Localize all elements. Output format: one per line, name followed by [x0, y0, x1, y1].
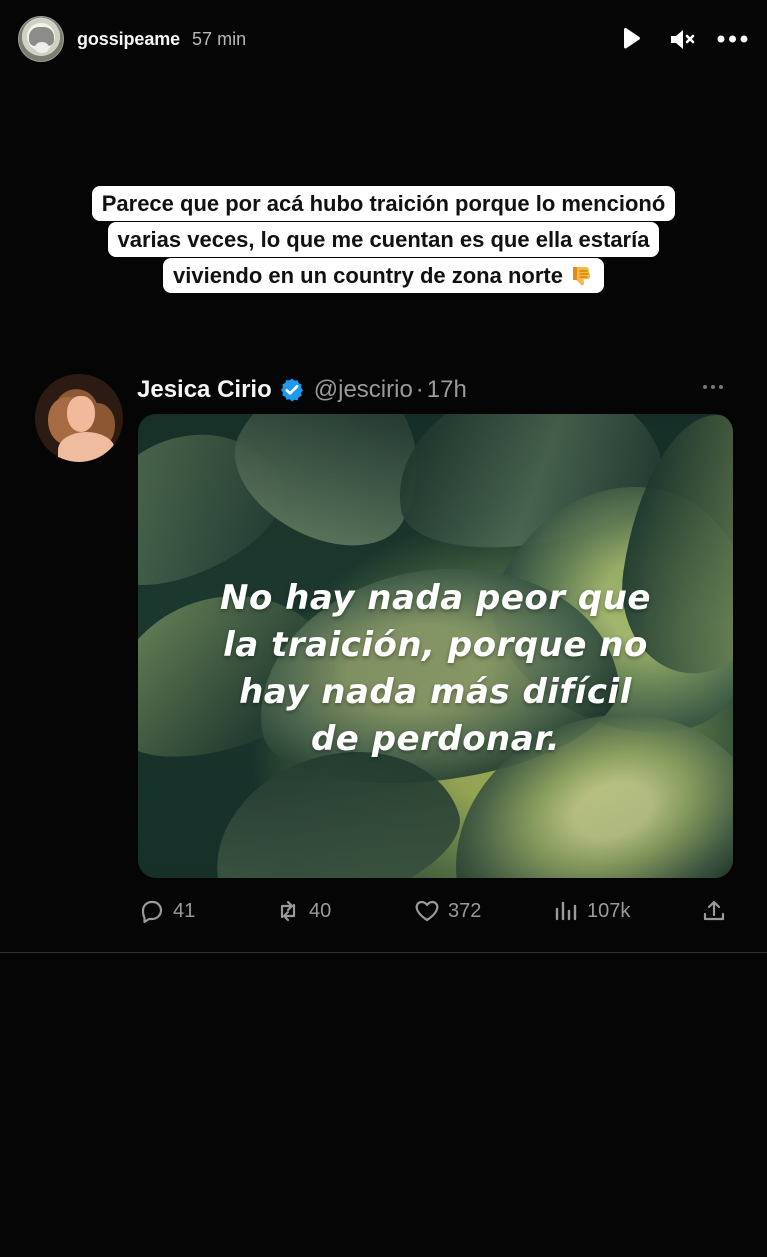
view-count: 107k [587, 899, 631, 922]
retweet-icon [280, 900, 296, 922]
tweet-author-meta: Jesica Cirio @jescirio · 17h [137, 374, 467, 406]
tweet-author-handle[interactable]: @jescirio [314, 376, 413, 404]
story-caption-line: Parece que por acá hubo traición porque … [91, 186, 676, 221]
tweet-author-name[interactable]: Jesica Cirio [137, 376, 272, 404]
story-caption-text: viviendo en un country de zona norte [173, 263, 563, 288]
reply-icon [141, 900, 163, 924]
embedded-tweet[interactable]: Jesica Cirio @jescirio · 17h No hay nada… [0, 365, 767, 953]
more-dot-icon [719, 385, 723, 389]
story-account-avatar[interactable] [18, 16, 64, 62]
like-count: 372 [448, 899, 482, 922]
retweet-count: 40 [309, 899, 332, 922]
retweet-button[interactable]: 40 [274, 894, 331, 928]
reply-button[interactable]: 41 [138, 894, 195, 928]
story-header: gossipeame 57 min [18, 16, 749, 62]
tweet-image[interactable]: No hay nada peor que la traición, porque… [138, 414, 733, 878]
share-button[interactable] [700, 894, 728, 928]
heart-icon [415, 900, 439, 922]
tweet-meta-separator: · [415, 376, 424, 403]
story-posted-time: 57 min [192, 28, 247, 49]
tweet-more-button[interactable] [703, 381, 733, 393]
tweet-author-avatar[interactable] [35, 374, 123, 462]
views-chart-icon [555, 901, 577, 921]
story-caption-line: viviendo en un country de zona norte [163, 258, 604, 293]
mute-button[interactable] [665, 23, 698, 56]
tweet-time[interactable]: 17h [427, 376, 467, 404]
more-dot-icon [703, 385, 707, 389]
story-username[interactable]: gossipeame [77, 29, 180, 50]
tweet-image-quote: No hay nada peor que la traición, porque… [220, 578, 651, 759]
thumbs-down-emoji-icon [572, 267, 591, 286]
like-button[interactable]: 372 [413, 894, 481, 928]
story-caption-line: varias veces, lo que me cuentan es que e… [107, 222, 660, 257]
reply-count: 41 [173, 899, 196, 922]
story-controls [614, 23, 749, 56]
muted-speaker-icon [670, 29, 694, 49]
share-icon [703, 900, 725, 921]
story-caption: Parece que por acá hubo traición porque … [20, 186, 747, 294]
instagram-story-screen: gossipeame 57 min Parece que por acá hub… [0, 0, 767, 1257]
more-dot-icon [711, 385, 715, 389]
story-more-button[interactable] [716, 23, 749, 56]
play-button[interactable] [614, 23, 647, 56]
more-horizontal-icon [717, 35, 748, 43]
verified-badge-icon [280, 378, 303, 402]
tweet-action-bar: 41 40 372 107k [138, 894, 735, 928]
views-button[interactable]: 107k [552, 894, 630, 928]
play-icon [623, 27, 640, 49]
